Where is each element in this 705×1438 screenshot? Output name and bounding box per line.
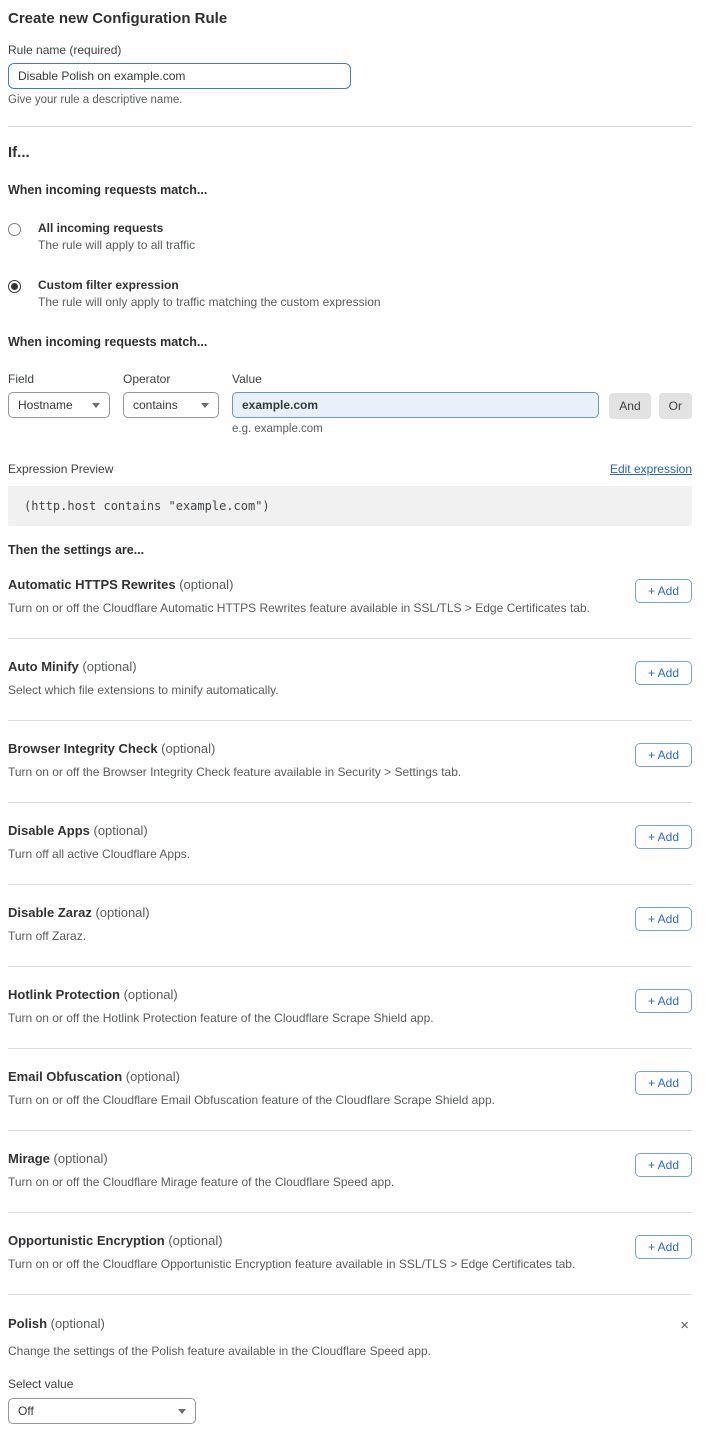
operator-column: Operator contains	[123, 372, 219, 418]
add-setting-button[interactable]: + Add	[635, 1153, 692, 1177]
value-column: Value e.g. example.com	[232, 372, 599, 435]
operator-select-value: contains	[133, 398, 178, 412]
caret-down-icon	[92, 403, 100, 408]
and-or-buttons: And Or	[609, 393, 692, 419]
radio-description: The rule will only apply to traffic matc…	[38, 295, 381, 309]
rule-name-helper: Give your rule a descriptive name.	[8, 94, 692, 106]
polish-optional-label: (optional)	[51, 1316, 105, 1331]
radio-description: The rule will apply to all traffic	[38, 238, 195, 252]
polish-description: Change the settings of the Polish featur…	[8, 1344, 692, 1358]
polish-select-label: Select value	[8, 1377, 692, 1391]
setting-optional-label: (optional)	[82, 659, 136, 674]
setting-title: Email Obfuscation	[8, 1069, 126, 1084]
add-setting-button[interactable]: + Add	[635, 989, 692, 1013]
setting-optional-label: (optional)	[95, 905, 149, 920]
setting-optional-label: (optional)	[126, 1069, 180, 1084]
expression-builder-row: Field Hostname Operator contains Value e…	[8, 372, 692, 435]
setting-optional-label: (optional)	[93, 823, 147, 838]
setting-description: Turn on or off the Hotlink Protection fe…	[8, 1011, 434, 1025]
expression-preview-code: (http.host contains "example.com")	[8, 486, 692, 526]
setting-description: Select which file extensions to minify a…	[8, 683, 279, 697]
caret-down-icon	[178, 1409, 186, 1414]
operator-label: Operator	[123, 372, 219, 386]
add-setting-button[interactable]: + Add	[635, 907, 692, 931]
setting-title: Opportunistic Encryption	[8, 1233, 168, 1248]
setting-row: Opportunistic Encryption (optional) Turn…	[8, 1213, 692, 1295]
radio-label: All incoming requests	[38, 221, 195, 235]
rule-name-label: Rule name (required)	[8, 43, 692, 57]
add-setting-button[interactable]: + Add	[635, 743, 692, 767]
polish-title: Polish	[8, 1316, 51, 1331]
setting-row: Hotlink Protection (optional) Turn on or…	[8, 967, 692, 1049]
setting-row: Disable Apps (optional) Turn off all act…	[8, 803, 692, 885]
then-settings-heading: Then the settings are...	[8, 543, 692, 557]
expression-preview-header: Expression Preview Edit expression	[8, 462, 692, 476]
setting-title: Mirage	[8, 1151, 54, 1166]
setting-optional-label: (optional)	[168, 1233, 222, 1248]
field-column: Field Hostname	[8, 372, 110, 418]
builder-heading: When incoming requests match...	[8, 335, 692, 349]
setting-row: Email Obfuscation (optional) Turn on or …	[8, 1049, 692, 1131]
operator-select[interactable]: contains	[123, 392, 219, 418]
setting-row: Browser Integrity Check (optional) Turn …	[8, 721, 692, 803]
setting-description: Turn off Zaraz.	[8, 929, 150, 943]
polish-header: Polish (optional) ×	[8, 1316, 692, 1335]
radio-all-incoming-requests[interactable]: All incoming requests The rule will appl…	[8, 221, 692, 252]
setting-row: Disable Zaraz (optional) Turn off Zaraz.…	[8, 885, 692, 967]
page-title: Create new Configuration Rule	[8, 10, 692, 27]
field-select-value: Hostname	[18, 398, 73, 412]
section-divider	[8, 126, 692, 127]
settings-list: Automatic HTTPS Rewrites (optional) Turn…	[8, 557, 692, 1295]
setting-title: Disable Zaraz	[8, 905, 95, 920]
setting-row: Automatic HTTPS Rewrites (optional) Turn…	[8, 557, 692, 639]
radio-label: Custom filter expression	[38, 278, 381, 292]
add-setting-button[interactable]: + Add	[635, 825, 692, 849]
caret-down-icon	[201, 403, 209, 408]
expression-preview-label: Expression Preview	[8, 462, 113, 476]
radio-button-icon[interactable]	[8, 280, 21, 293]
setting-optional-label: (optional)	[54, 1151, 108, 1166]
add-setting-button[interactable]: + Add	[635, 1235, 692, 1259]
value-helper: e.g. example.com	[232, 423, 599, 435]
request-match-radio-group: All incoming requests The rule will appl…	[8, 221, 692, 309]
setting-description: Turn on or off the Cloudflare Automatic …	[8, 601, 590, 615]
setting-title: Automatic HTTPS Rewrites	[8, 577, 179, 592]
setting-optional-label: (optional)	[124, 987, 178, 1002]
field-label: Field	[8, 372, 110, 386]
setting-title: Hotlink Protection	[8, 987, 124, 1002]
polish-value-select[interactable]: Off	[8, 1398, 196, 1424]
setting-row: Auto Minify (optional) Select which file…	[8, 639, 692, 721]
setting-optional-label: (optional)	[179, 577, 233, 592]
add-setting-button[interactable]: + Add	[635, 579, 692, 603]
value-input[interactable]	[232, 392, 599, 418]
if-heading: If...	[8, 144, 692, 161]
add-setting-button[interactable]: + Add	[635, 1071, 692, 1095]
radio-button-icon[interactable]	[8, 223, 21, 236]
edit-expression-link[interactable]: Edit expression	[610, 462, 692, 476]
match-heading: When incoming requests match...	[8, 183, 692, 197]
polish-panel: Polish (optional) × Change the settings …	[8, 1295, 692, 1424]
close-icon[interactable]: ×	[677, 1316, 692, 1335]
setting-title: Disable Apps	[8, 823, 93, 838]
setting-description: Turn on or off the Cloudflare Opportunis…	[8, 1257, 575, 1271]
rule-name-section: Rule name (required) Give your rule a de…	[8, 43, 692, 106]
and-button[interactable]: And	[609, 393, 650, 419]
setting-optional-label: (optional)	[161, 741, 215, 756]
value-label: Value	[232, 372, 599, 386]
setting-title: Browser Integrity Check	[8, 741, 161, 756]
or-button[interactable]: Or	[659, 393, 692, 419]
setting-description: Turn on or off the Browser Integrity Che…	[8, 765, 461, 779]
field-select[interactable]: Hostname	[8, 392, 110, 418]
rule-name-input[interactable]	[8, 63, 351, 89]
radio-custom-filter-expression[interactable]: Custom filter expression The rule will o…	[8, 278, 692, 309]
polish-select-value: Off	[18, 1404, 34, 1418]
setting-row: Mirage (optional) Turn on or off the Clo…	[8, 1131, 692, 1213]
setting-description: Turn off all active Cloudflare Apps.	[8, 847, 190, 861]
setting-description: Turn on or off the Cloudflare Mirage fea…	[8, 1175, 394, 1189]
setting-title: Auto Minify	[8, 659, 82, 674]
setting-description: Turn on or off the Cloudflare Email Obfu…	[8, 1093, 495, 1107]
add-setting-button[interactable]: + Add	[635, 661, 692, 685]
